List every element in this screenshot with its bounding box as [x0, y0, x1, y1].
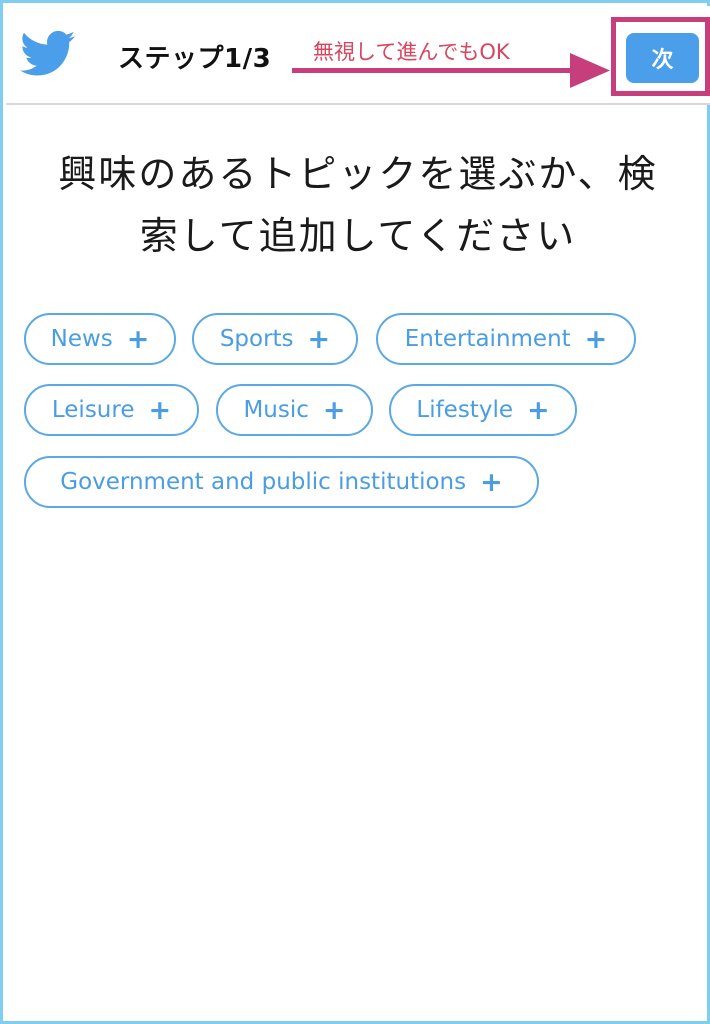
topic-label: Entertainment — [404, 326, 571, 352]
topic-label: Leisure — [51, 397, 135, 423]
topic-chip-leisure[interactable]: Leisure + — [24, 384, 199, 436]
topic-chip-government[interactable]: Government and public institutions + — [24, 456, 539, 508]
plus-icon: + — [480, 466, 503, 498]
heading-line-2: 索して追加してください — [139, 214, 577, 258]
topic-label: Sports — [219, 326, 294, 352]
plus-icon: + — [584, 323, 608, 355]
plus-icon: + — [526, 394, 550, 426]
topic-chip-entertainment[interactable]: Entertainment + — [376, 313, 636, 365]
topic-chip-music[interactable]: Music + — [216, 384, 373, 436]
twitter-bird-icon — [20, 30, 76, 76]
topic-label: Music — [243, 397, 309, 423]
app-frame: ステップ1/3 無視して進んでもOK 次 興味のあるトピックを選ぶか、検 索して… — [0, 0, 710, 1024]
plus-icon: + — [322, 394, 346, 426]
topic-chip-sports[interactable]: Sports + — [192, 313, 358, 365]
plus-icon: + — [307, 323, 331, 355]
step-title: ステップ1/3 — [118, 44, 272, 74]
header-bar: ステップ1/3 無視して進んでもOK 次 — [6, 6, 710, 105]
plus-icon: + — [148, 394, 172, 426]
topic-chip-lifestyle[interactable]: Lifestyle + — [389, 384, 577, 436]
topic-label: Lifestyle — [416, 397, 513, 423]
topic-chip-news[interactable]: News + — [24, 313, 176, 365]
plus-icon: + — [126, 323, 150, 355]
page-heading: 興味のあるトピックを選ぶか、検 索して追加してください — [21, 143, 695, 267]
heading-line-1: 興味のあるトピックを選ぶか、検 — [58, 152, 658, 196]
next-button[interactable]: 次 — [626, 33, 699, 83]
topic-label: Government and public institutions — [60, 469, 467, 495]
topic-label: News — [50, 326, 113, 352]
right-arrow-annotation — [292, 53, 610, 88]
